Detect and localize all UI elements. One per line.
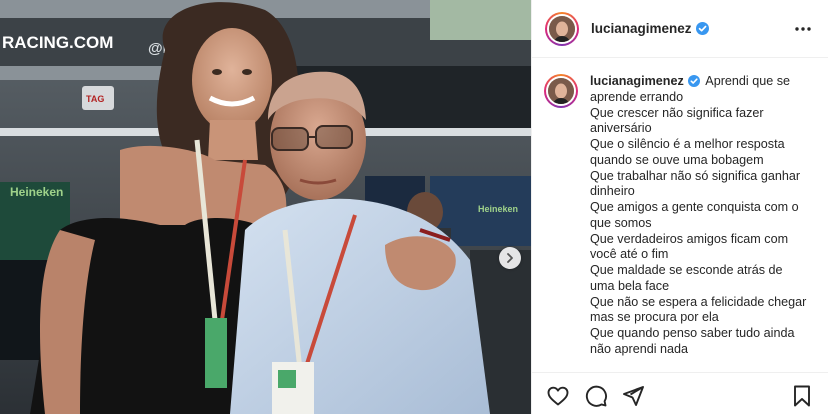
post-caption: lucianagimenez Aprendi que se aprende er… xyxy=(544,74,814,358)
caption-line: dinheiro xyxy=(590,184,635,199)
bookmark-icon xyxy=(794,385,810,407)
avatar-image xyxy=(549,15,575,42)
caption-line: uma bela face xyxy=(590,278,670,293)
heart-icon xyxy=(547,386,569,406)
comment-icon xyxy=(585,385,607,407)
caption-line: aniversário xyxy=(590,121,652,136)
caption-line: aprende errando xyxy=(590,89,684,104)
caption-line: Que trabalhar não só significa ganhar xyxy=(590,168,801,183)
instagram-post: RACING.COM @R Heineken Heineken TAG luci… xyxy=(0,0,828,414)
signage-heineken-left: Heineken xyxy=(10,185,63,199)
share-button[interactable] xyxy=(621,384,645,408)
post-header: lucianagimenez xyxy=(532,0,828,58)
caption-line: quando se ouve uma bobagem xyxy=(590,152,764,167)
post-side-panel: lucianagimenez lucianagimenez Aprendi qu… xyxy=(531,0,828,414)
signage-heineken-right: Heineken xyxy=(478,204,518,214)
verified-badge-icon xyxy=(695,22,709,35)
post-actions-bar xyxy=(532,372,828,414)
caption-text: lucianagimenez Aprendi que se aprende er… xyxy=(590,74,814,358)
signage-tag: TAG xyxy=(86,94,104,104)
more-options-icon xyxy=(795,27,811,31)
caption-username[interactable]: lucianagimenez xyxy=(590,74,684,88)
caption-line: que somos xyxy=(590,215,652,230)
post-photo[interactable]: RACING.COM @R Heineken Heineken TAG xyxy=(0,0,531,414)
share-icon xyxy=(623,386,644,406)
caption-line: Que maldade se esconde atrás de xyxy=(590,263,783,277)
header-username[interactable]: lucianagimenez xyxy=(591,21,692,36)
carousel-next-button[interactable] xyxy=(499,247,521,269)
caption-line: Que quando penso saber tudo ainda xyxy=(590,326,795,340)
caption-line: Que não se espera a felicidade chegar xyxy=(590,294,807,309)
more-options-button[interactable] xyxy=(794,20,812,38)
avatar-image xyxy=(548,78,574,104)
caption-line: Que amigos a gente conquista com o xyxy=(590,200,799,214)
header-avatar[interactable] xyxy=(545,11,579,46)
caption-line: Aprendi que se xyxy=(705,74,791,88)
caption-line: não aprendi nada xyxy=(590,341,689,356)
comment-button[interactable] xyxy=(584,384,608,408)
caption-line: Que o silêncio é a melhor resposta xyxy=(590,137,785,151)
caption-line: mas se procura por ela xyxy=(590,310,719,325)
verified-badge-icon xyxy=(687,75,700,87)
caption-first-line: lucianagimenez Aprendi que se xyxy=(590,74,814,90)
like-button[interactable] xyxy=(546,384,570,408)
photo-scene: RACING.COM @R Heineken Heineken TAG xyxy=(0,0,531,414)
caption-line: Que verdadeiros amigos ficam com xyxy=(590,231,789,246)
caption-avatar[interactable] xyxy=(544,74,578,108)
signage-racing: RACING.COM xyxy=(2,33,113,52)
caption-line: você até o fim xyxy=(590,247,669,262)
save-button[interactable] xyxy=(790,384,814,408)
chevron-right-icon xyxy=(507,253,513,263)
caption-line: Que crescer não significa fazer xyxy=(590,105,764,120)
